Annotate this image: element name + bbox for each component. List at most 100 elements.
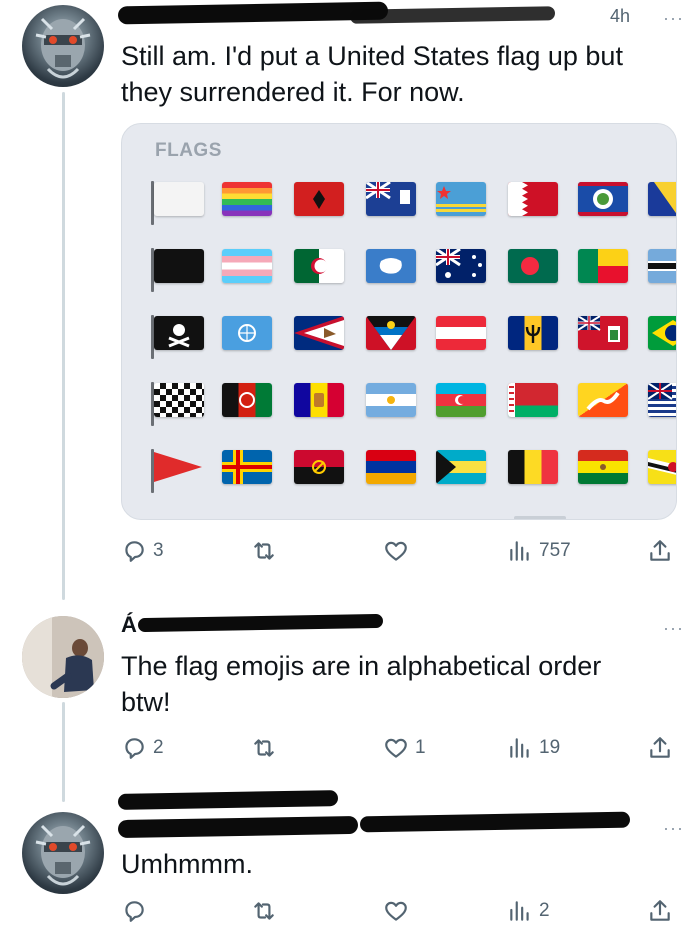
bolivia-flag [578, 450, 628, 484]
timestamp[interactable]: 4h [610, 6, 630, 27]
views-icon [510, 901, 529, 921]
tweet-actions: 2 [121, 898, 677, 928]
avatar[interactable] [22, 616, 104, 698]
reply-count: 2 [153, 737, 164, 758]
bermuda-flag [578, 316, 628, 350]
white-flag [154, 182, 204, 216]
views-button[interactable]: 757 [507, 538, 571, 564]
belarus-flag [508, 383, 558, 417]
retweet-icon [254, 542, 274, 560]
views-icon [510, 738, 529, 758]
american-samoa-flag [294, 316, 344, 350]
antigua-flag [366, 316, 416, 350]
transgender-flag [222, 249, 272, 283]
chequered-flag [154, 383, 204, 417]
heart-icon [385, 901, 407, 921]
like-button[interactable]: 1 [383, 735, 426, 761]
view-count: 19 [539, 737, 561, 758]
redacted-name [137, 613, 384, 633]
antarctica-flag [366, 249, 416, 283]
brazil-flag [648, 316, 676, 350]
rainbow-flag [222, 182, 272, 216]
argentina-flag [366, 383, 416, 417]
austria-flag [436, 316, 486, 350]
scroll-indicator [514, 516, 566, 519]
share-button[interactable] [647, 735, 673, 761]
view-count: 2 [539, 900, 550, 921]
barbados-flag [508, 316, 558, 350]
views-icon [510, 541, 529, 561]
reply-icon [125, 541, 144, 562]
reply-icon [125, 738, 144, 759]
tweet-text: The flag emojis are in alphabetical orde… [121, 651, 602, 717]
retweet-button[interactable] [251, 538, 283, 564]
thread-line [62, 702, 65, 802]
retweet-icon [254, 902, 274, 920]
share-button[interactable] [647, 538, 673, 564]
views-button[interactable]: 19 [507, 735, 560, 761]
avatar[interactable] [22, 5, 104, 87]
avatar[interactable] [22, 812, 104, 894]
share-button[interactable] [647, 898, 673, 924]
australia-flag [436, 249, 486, 283]
reply-button[interactable]: 3 [121, 538, 164, 564]
tweet-text: Still am. I'd put a United States flag u… [121, 41, 623, 107]
like-button[interactable] [383, 898, 415, 924]
redacted-handle [349, 6, 556, 24]
azerbaijan-flag [436, 383, 486, 417]
retweet-button[interactable] [251, 898, 283, 924]
view-count: 757 [539, 540, 571, 561]
redacted-name [117, 815, 359, 839]
tweet-text: Umhmmm. [121, 849, 253, 879]
share-icon [650, 540, 670, 561]
views-button[interactable]: 2 [507, 898, 550, 924]
like-button[interactable] [383, 538, 415, 564]
bahamas-flag [436, 450, 486, 484]
aruba-flag [436, 182, 486, 216]
reply-count: 3 [153, 540, 164, 561]
retweet-icon [254, 739, 274, 757]
albania-flag [294, 182, 344, 216]
more-icon[interactable]: ··· [663, 618, 684, 639]
reply-button[interactable]: 2 [121, 735, 164, 761]
bangladesh-flag [508, 249, 558, 283]
andorra-flag [294, 383, 344, 417]
afghanistan-flag [222, 383, 272, 417]
redacted-name [117, 1, 389, 25]
redacted-handle [359, 811, 631, 833]
bosnia-flag [648, 182, 676, 216]
benin-flag [578, 249, 628, 283]
bahrain-flag [508, 182, 558, 216]
more-icon[interactable]: ··· [663, 8, 684, 29]
pirate-flag [154, 316, 204, 350]
thread-line [62, 92, 65, 600]
aland-flag [222, 450, 272, 484]
belgium-flag [508, 450, 558, 484]
share-icon [650, 900, 670, 921]
united-nations-flag [222, 316, 272, 350]
reply-button[interactable] [121, 898, 153, 924]
retweet-button[interactable] [251, 735, 283, 761]
redacted-scribble [117, 790, 339, 810]
more-icon[interactable]: ··· [663, 818, 684, 839]
tweet-actions: 2 1 19 [121, 735, 677, 765]
tweet-actions: 3 757 [121, 538, 677, 568]
anguilla-flag [366, 182, 416, 216]
bhutan-flag [578, 383, 628, 417]
angola-flag [294, 450, 344, 484]
algeria-flag [294, 249, 344, 283]
media-title: FLAGS [155, 140, 222, 161]
belize-flag [578, 182, 628, 216]
like-count: 1 [415, 737, 426, 758]
black-flag [154, 249, 204, 283]
botswana-flag [648, 249, 676, 283]
reply-icon [125, 901, 144, 922]
british-indian-ocean-flag [648, 383, 676, 417]
brunei-flag [648, 450, 676, 484]
triangular-flag [154, 452, 202, 482]
display-name-initial[interactable]: Á [121, 612, 137, 638]
share-icon [650, 737, 670, 758]
heart-icon [385, 541, 407, 561]
flags-image[interactable]: FLAGS [121, 123, 677, 520]
armenia-flag [366, 450, 416, 484]
